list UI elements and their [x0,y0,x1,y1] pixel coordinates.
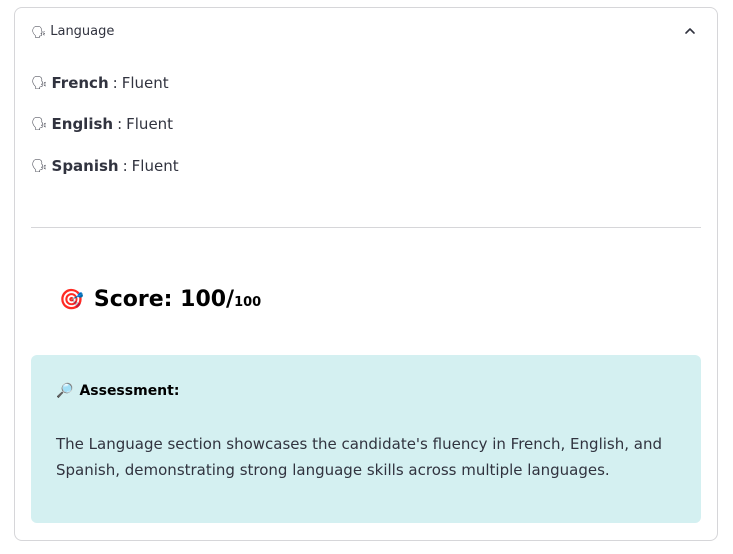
language-separator: : [122,157,128,175]
language-expander: 🗣 Language 🗣 French : Fluent 🗣 English :… [14,7,718,541]
expander-title-label: Language [50,24,115,39]
expander-title: 🗣 Language [31,24,114,39]
assessment-title-label: Assessment: [79,383,180,399]
target-icon: 🎯 [59,287,84,311]
assessment-box: 🔎 Assessment: The Language section showc… [31,355,701,523]
language-level: Fluent [126,115,174,133]
language-item-french: 🗣 French : Fluent [31,74,169,92]
language-separator: : [112,74,118,92]
language-separator: : [117,115,123,133]
magnifier-icon: 🔎 [56,383,74,399]
speaking-head-icon: 🗣 [31,158,48,174]
assessment-title: 🔎 Assessment: [56,383,179,399]
score-max: 100 [234,295,262,310]
chevron-up-icon[interactable] [683,24,697,38]
score-label: Score: 100/ [93,287,235,312]
language-name: Spanish [51,157,119,175]
speaking-head-icon: 🗣 [31,75,48,91]
divider [31,227,701,228]
language-item-english: 🗣 English : Fluent [31,115,173,133]
score-heading: 🎯 Score: 100/ 100 [59,287,261,312]
language-name: English [51,115,114,133]
language-level: Fluent [131,157,179,175]
assessment-text: The Language section showcases the candi… [56,435,662,479]
speaking-head-icon: 🗣 [31,24,47,39]
speaking-head-icon: 🗣 [31,116,48,132]
language-level: Fluent [121,74,169,92]
language-name: French [51,74,109,92]
language-item-spanish: 🗣 Spanish : Fluent [31,157,179,175]
expander-header[interactable]: 🗣 Language [15,8,717,54]
